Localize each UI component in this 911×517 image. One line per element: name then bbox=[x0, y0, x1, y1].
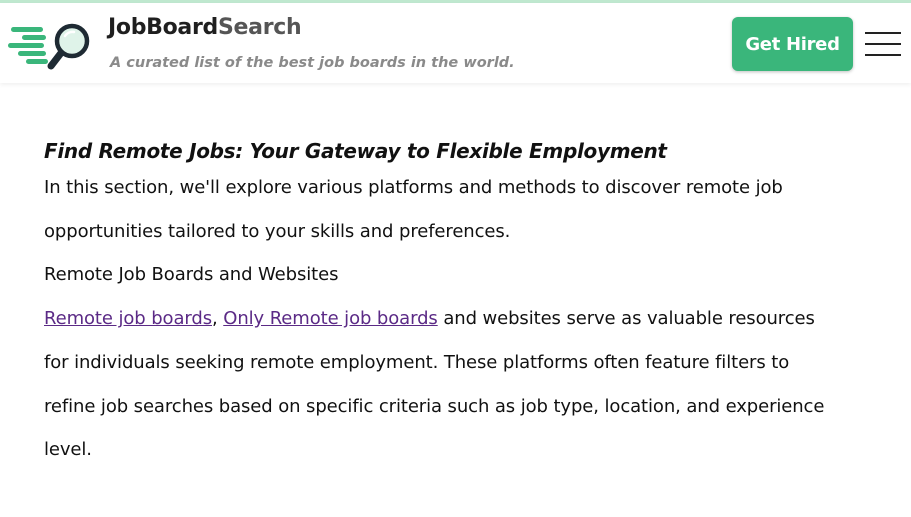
remote-job-boards-link[interactable]: Remote job boards bbox=[44, 308, 212, 329]
site-header: JobBoardSearch A curated list of the bes… bbox=[0, 3, 911, 83]
body-text: and websites serve as valuable resources… bbox=[44, 308, 825, 461]
site-brand[interactable]: JobBoardSearch bbox=[108, 15, 302, 40]
menu-bar bbox=[865, 32, 901, 34]
get-hired-button[interactable]: Get Hired bbox=[732, 17, 853, 71]
intro-paragraph: In this section, we'll explore various p… bbox=[44, 177, 783, 242]
article-content: Find Remote Jobs: Your Gateway to Flexib… bbox=[44, 136, 844, 472]
hamburger-menu-icon[interactable] bbox=[865, 32, 901, 56]
only-remote-job-boards-link[interactable]: Only Remote job boards bbox=[223, 308, 438, 329]
link-separator: , bbox=[212, 308, 224, 330]
site-tagline: A curated list of the best job boards in… bbox=[110, 55, 515, 71]
brand-name-part2: Search bbox=[217, 15, 302, 40]
body-paragraph: Remote job boards, Only Remote job board… bbox=[44, 297, 844, 472]
section-subheading: Remote Job Boards and Websites bbox=[44, 264, 339, 286]
logo-magnifier-icon[interactable] bbox=[8, 17, 100, 75]
menu-bar bbox=[865, 43, 901, 45]
menu-bar bbox=[865, 54, 901, 56]
brand-name-part1: JobBoard bbox=[108, 15, 218, 40]
article-heading: Find Remote Jobs: Your Gateway to Flexib… bbox=[44, 139, 667, 163]
